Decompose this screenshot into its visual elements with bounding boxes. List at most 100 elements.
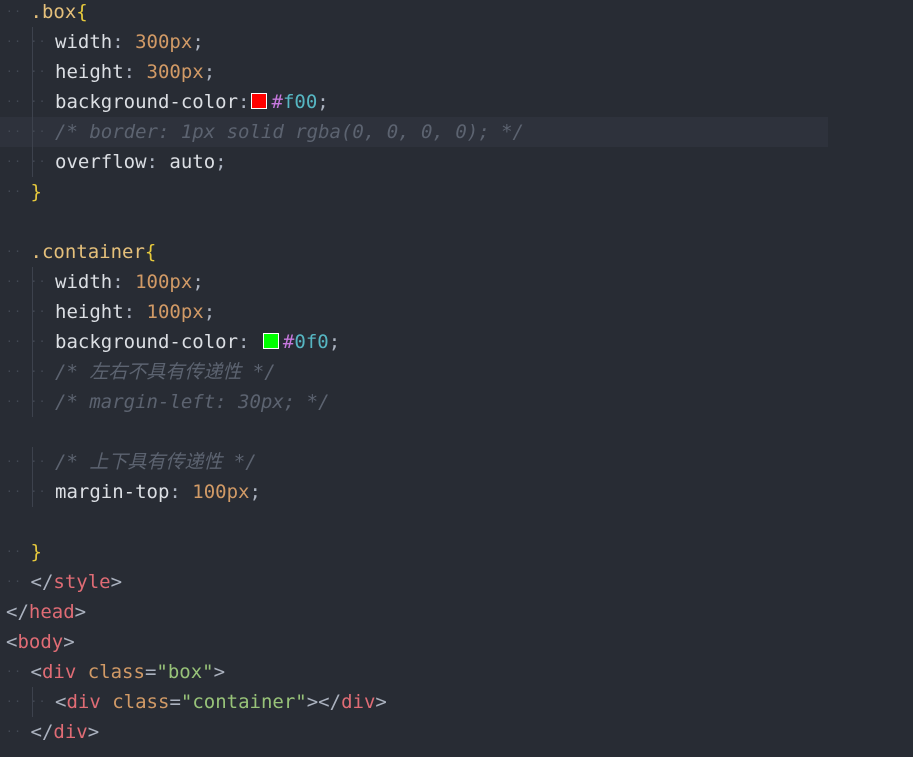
code-token: { xyxy=(76,1,88,23)
code-text: } xyxy=(31,177,42,207)
code-token: background-color xyxy=(55,91,239,113)
code-token: margin-top xyxy=(55,481,170,503)
code-token: height xyxy=(55,61,124,83)
code-token: div xyxy=(341,691,376,713)
code-text: height: 300px; xyxy=(55,57,215,87)
code-token: class xyxy=(87,661,145,683)
code-token: body xyxy=(17,631,64,653)
code-token: f00 xyxy=(282,91,318,113)
code-line[interactable]: ·· <div class="box"> xyxy=(0,657,913,687)
code-text: width: 300px; xyxy=(55,27,204,57)
code-token: .box xyxy=(30,1,77,23)
code-text: } xyxy=(31,537,42,567)
code-token: height xyxy=(55,301,124,323)
code-token: ; xyxy=(192,271,204,293)
code-line[interactable]: ··} xyxy=(0,537,913,567)
code-text: /* 上下具有传递性 */ xyxy=(55,447,257,477)
code-token: </ xyxy=(30,571,54,593)
code-token: /* 上下具有传递性 */ xyxy=(55,451,257,473)
code-token: : xyxy=(238,91,250,113)
code-token: 100 xyxy=(192,481,227,503)
code-line[interactable] xyxy=(0,417,913,447)
code-text: width: 100px; xyxy=(55,267,204,297)
code-token: px xyxy=(169,31,193,53)
code-token: style xyxy=(53,571,111,593)
code-line[interactable]: ·· ·· background-color: #0f0; xyxy=(0,327,913,357)
code-text: /* border: 1px solid rgba(0, 0, 0, 0); *… xyxy=(55,117,524,147)
code-token: # xyxy=(271,91,283,113)
code-token: "box" xyxy=(156,661,214,683)
code-text: .container{ xyxy=(31,237,157,267)
code-line[interactable]: ·· ·· margin-top: 100px; xyxy=(0,477,913,507)
code-line[interactable]: ·· ·· background-color: #f00; xyxy=(0,87,913,117)
code-token: div xyxy=(41,661,77,683)
code-text: background-color: #f00; xyxy=(55,87,329,117)
code-text: /* margin-left: 30px; */ xyxy=(55,387,330,417)
code-text: .box{ xyxy=(31,0,88,27)
code-text: background-color: #0f0; xyxy=(55,327,340,357)
code-line[interactable]: ·· ·· height: 100px; xyxy=(0,297,913,327)
code-token: head xyxy=(28,601,75,623)
code-token: = xyxy=(169,691,181,713)
code-token: width xyxy=(55,271,113,293)
code-token: : xyxy=(112,31,136,53)
code-token: overflow xyxy=(55,151,147,173)
code-token: 100 xyxy=(146,301,181,323)
code-token: < xyxy=(30,661,42,683)
code-token: : xyxy=(123,61,147,83)
code-line[interactable]: ·· ·· width: 300px; xyxy=(0,27,913,57)
code-token: 300 xyxy=(135,31,170,53)
code-line[interactable]: ·· ·· height: 300px; xyxy=(0,57,913,87)
code-token: ></ xyxy=(306,691,342,713)
code-line[interactable]: ·· </style> xyxy=(0,567,913,597)
code-line[interactable] xyxy=(0,507,913,537)
code-token: div xyxy=(53,721,88,743)
code-line[interactable]: ·· ··/* margin-left: 30px; */ xyxy=(0,387,913,417)
code-line[interactable]: ·· .container{ xyxy=(0,237,913,267)
code-line[interactable] xyxy=(0,207,913,237)
code-line[interactable]: ·· .box{ xyxy=(0,0,913,27)
code-line[interactable]: ·· </div> xyxy=(0,717,913,747)
code-token: ; xyxy=(328,331,341,353)
code-line[interactable]: <body> xyxy=(0,627,913,657)
code-line[interactable]: ·· ·· overflow: auto; xyxy=(0,147,913,177)
code-text: margin-top: 100px; xyxy=(55,477,261,507)
code-token: /* border: 1px solid rgba(0, 0, 0, 0); *… xyxy=(55,121,524,143)
code-text: overflow: auto; xyxy=(55,147,227,177)
code-token: "container" xyxy=(180,691,307,713)
code-token: ; xyxy=(215,151,227,173)
code-token: /* margin-left: 30px; */ xyxy=(55,391,330,413)
code-line[interactable]: ·· ··/* 上下具有传递性 */ xyxy=(0,447,913,477)
code-line[interactable]: ·· ··/* border: 1px solid rgba(0, 0, 0, 0… xyxy=(0,117,913,147)
code-token: background-color xyxy=(55,331,239,353)
code-line[interactable]: ··} xyxy=(0,177,913,207)
code-text: <div class="box"> xyxy=(31,657,226,687)
code-text: <body> xyxy=(6,627,75,657)
code-token: > xyxy=(213,661,226,683)
color-swatch[interactable] xyxy=(251,93,268,109)
code-line[interactable]: ·· ·· <div class="container"></div> xyxy=(0,687,913,717)
code-text: /* 左右不具有传递性 */ xyxy=(55,357,276,387)
code-token: px xyxy=(226,481,250,503)
code-line[interactable]: </head> xyxy=(0,597,913,627)
code-token: > xyxy=(110,571,123,593)
code-editor[interactable]: ·· .box{·· ·· width: 300px; ·· ·· height: 300p… xyxy=(0,0,913,757)
code-token: < xyxy=(55,691,67,713)
color-swatch[interactable] xyxy=(262,333,279,349)
code-token: 300 xyxy=(146,61,181,83)
code-token: 0f0 xyxy=(294,331,329,353)
code-text: </head> xyxy=(6,597,86,627)
code-token: : xyxy=(112,271,136,293)
code-token: > xyxy=(375,691,387,713)
code-token: > xyxy=(74,601,87,623)
code-token: > xyxy=(87,721,100,743)
code-token: : xyxy=(169,481,193,503)
code-token: ; xyxy=(203,301,216,323)
code-token: # xyxy=(282,331,295,353)
code-token: div xyxy=(66,691,101,713)
code-token: : xyxy=(146,151,170,173)
code-token: ; xyxy=(203,61,216,83)
code-line[interactable]: ·· ··/* 左右不具有传递性 */ xyxy=(0,357,913,387)
code-token: < xyxy=(6,631,18,653)
code-line[interactable]: ·· ·· width: 100px; xyxy=(0,267,913,297)
